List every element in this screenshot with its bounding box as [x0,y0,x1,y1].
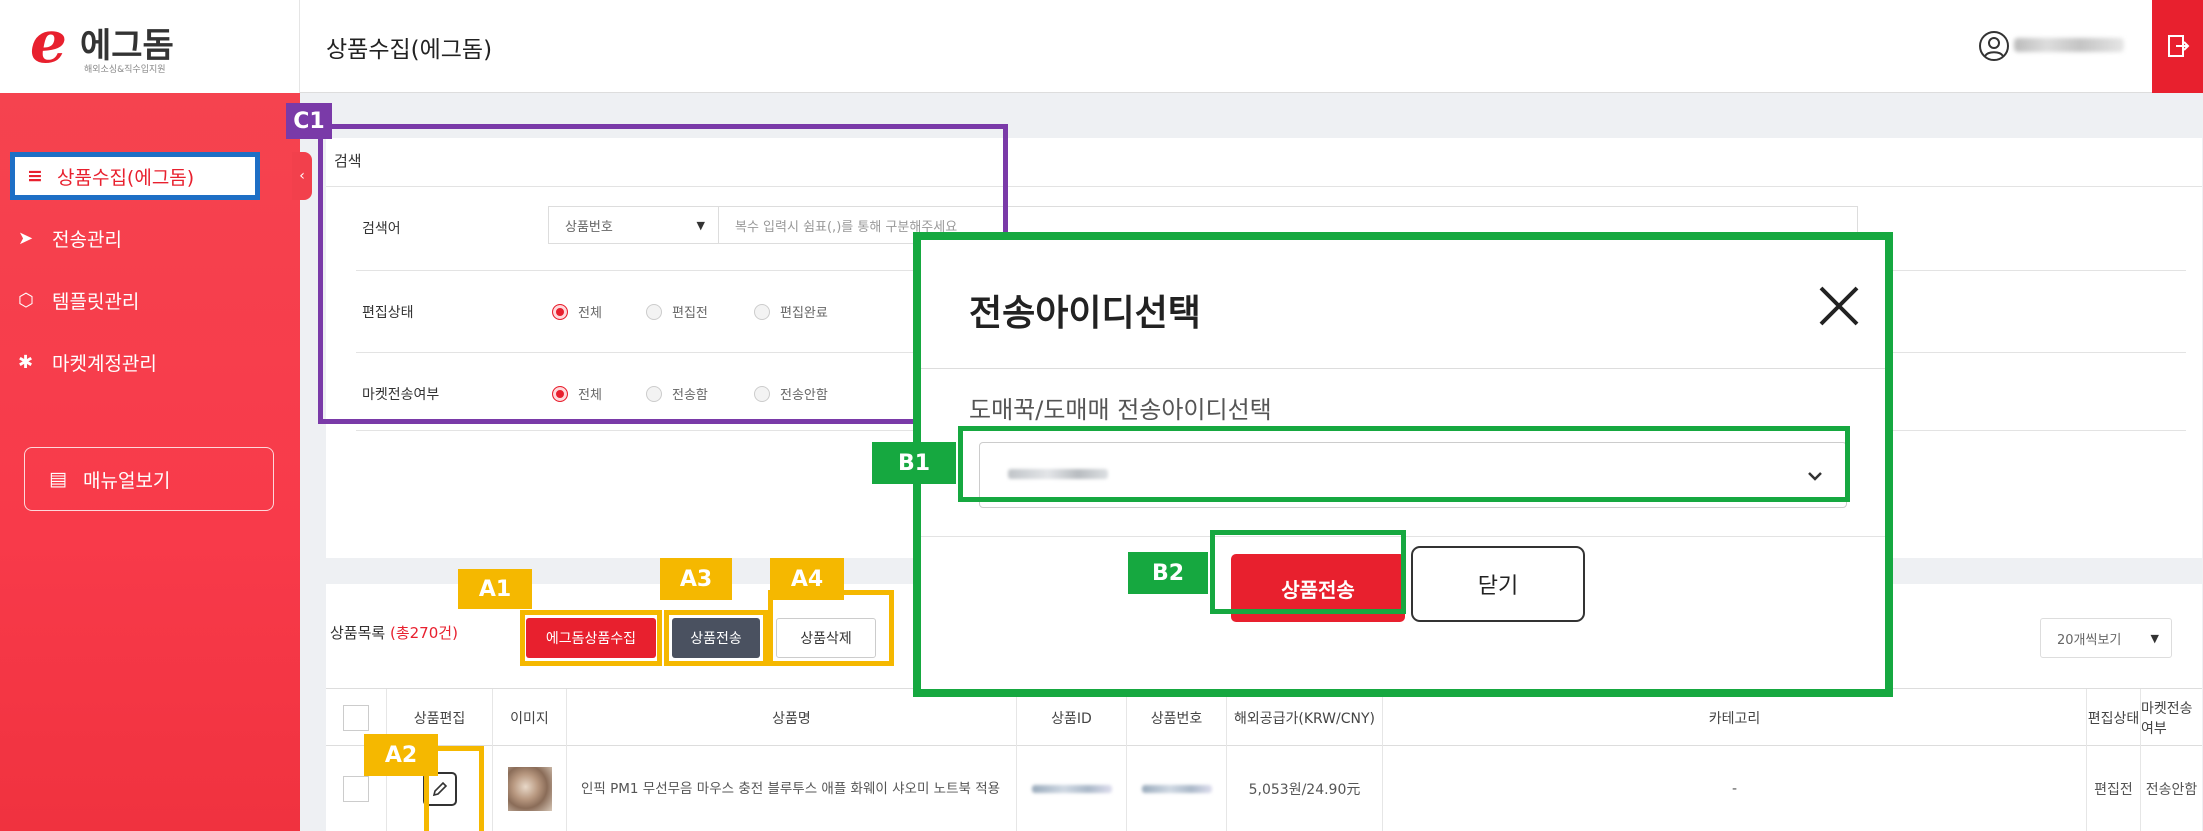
user-name-blurred [2014,38,2124,52]
table-row[interactable]: 인픽 PM1 무선무음 마우스 충전 블루투스 애플 화웨이 샤오미 노트북 적… [326,746,2202,831]
annotation-tag-A1: A1 [458,569,532,609]
top-bar: e 에그돔 해외소싱&직수입지원 상품수집(에그돔) [0,0,2203,93]
manual-button-label: 매뉴얼보기 [83,469,171,492]
edit-product-button[interactable] [422,771,457,806]
document-icon: ▤ [49,468,67,490]
divider [921,536,1885,537]
keyword-label: 검색어 [362,221,401,237]
annotation-tag-C1: C1 [286,103,332,139]
send-id-value-blurred [1008,469,1108,479]
annotation-tag-A2: A2 [364,734,438,776]
sidebar-item-transfer[interactable]: ➤ 전송관리 [18,218,122,258]
divider [326,186,2202,187]
edit-status-done-radio[interactable]: 편집완료 [754,302,828,321]
image-cell [492,746,566,831]
sidebar-item-label: 상품수집(에그돔) [57,166,195,189]
price-cell: 5,053원/24.90元 [1226,746,1382,831]
product-id-blurred [1031,784,1112,793]
keyword-type-select[interactable]: 상품번호 ▼ [548,206,720,244]
arrow-right-icon: ➤ [18,227,34,249]
column-header: 해외공급가(KRW/CNY) [1226,689,1382,747]
close-icon[interactable] [1811,278,1867,334]
send-id-label: 도매꾹/도매매 전송아이디선택 [969,396,1272,424]
chevron-down-icon [1808,472,1822,481]
select-all-checkbox[interactable] [343,705,369,731]
logo-subtext: 해외소싱&직수입지원 [84,65,166,75]
column-header: 편집상태 [2086,689,2140,747]
box-icon: ⬡ [18,289,34,311]
column-header: 상품ID [1016,689,1126,747]
modal-send-button[interactable]: 상품전송 [1231,554,1405,622]
modal-close-button[interactable]: 닫기 [1411,546,1585,622]
market-status-all-radio[interactable]: 전체 [552,384,602,403]
send-id-modal: 전송아이디선택 도매꾹/도매매 전송아이디선택 상품전송 닫기 [913,232,1893,697]
product-number-cell [1126,746,1226,831]
product-number-blurred [1141,784,1212,793]
sidebar-item-product-collect[interactable]: ≡ 상품수집(에그돔) [10,152,260,200]
product-thumbnail[interactable] [507,766,552,811]
sidebar-item-label: 템플릿관리 [52,290,140,313]
annotation-tag-B1: B1 [872,442,956,484]
send-id-select[interactable] [979,442,1847,508]
sidebar-item-label: 전송관리 [52,228,122,251]
market-status-label: 마켓전송여부 [362,387,440,403]
pencil-icon [432,781,447,796]
logout-button[interactable] [2152,0,2203,93]
keyword-type-value: 상품번호 [565,219,613,235]
annotation-tag-B2: B2 [1128,552,1208,594]
page-size-select[interactable]: 20개씩보기 ▼ [2040,618,2172,658]
send-products-button[interactable]: 상품전송 [672,618,760,658]
column-header: 카테고리 [1382,689,2086,747]
annotation-tag-A4: A4 [770,558,844,600]
edit-status-label: 편집상태 [362,305,414,321]
edit-status-cell: 편집전 [2086,746,2140,831]
product-name[interactable]: 인픽 PM1 무선무음 마우스 충전 블루투스 애플 화웨이 샤오미 노트북 적… [566,746,1016,831]
chevron-down-icon: ▼ [696,218,705,232]
market-status-sent-radio[interactable]: 전송함 [646,384,708,403]
market-status-cell: 전송안함 [2140,746,2202,831]
sidebar-item-label: 마켓계정관리 [52,352,157,375]
logo-e-mark: e [30,8,67,76]
logout-icon [2168,35,2190,57]
column-header: 마켓전송여부 [2140,689,2202,747]
market-status-notsent-radio[interactable]: 전송안함 [754,384,828,403]
divider [921,368,1885,369]
edit-status-before-radio[interactable]: 편집전 [646,302,708,321]
sidebar-item-market-account[interactable]: ✱ 마켓계정관리 [18,342,157,382]
column-header: 상품번호 [1126,689,1226,747]
sidebar-item-template[interactable]: ⬡ 템플릿관리 [18,280,139,320]
chevron-down-icon: ▼ [2150,631,2159,645]
product-list-title: 상품목록 (총270건) [330,624,458,642]
user-icon[interactable] [1978,30,2010,62]
chevron-left-icon: ‹ [299,168,305,184]
manual-button[interactable]: ▤ 매뉴얼보기 [24,447,274,511]
product-count: (총270건) [389,624,458,642]
modal-title: 전송아이디선택 [969,293,1201,334]
list-icon: ≡ [27,165,43,187]
logo[interactable]: e 에그돔 해외소싱&직수입지원 [0,0,300,93]
column-header: 이미지 [492,689,566,747]
search-title: 검색 [334,152,362,170]
column-header: 상품명 [566,689,1016,747]
page-title: 상품수집(에그돔) [326,37,493,63]
product-id-cell [1016,746,1126,831]
page-size-value: 20개씩보기 [2057,632,2122,648]
delete-products-button[interactable]: 상품삭제 [776,618,876,658]
annotation-tag-A3: A3 [660,558,732,600]
gear-icon: ✱ [18,351,34,373]
row-checkbox[interactable] [343,775,369,802]
sidebar-collapse-button[interactable]: ‹ [292,152,312,200]
collect-products-button[interactable]: 에그돔상품수집 [526,618,656,658]
category-cell: - [1382,746,2086,831]
edit-status-all-radio[interactable]: 전체 [552,302,602,321]
logo-text: 에그돔 [80,26,174,66]
